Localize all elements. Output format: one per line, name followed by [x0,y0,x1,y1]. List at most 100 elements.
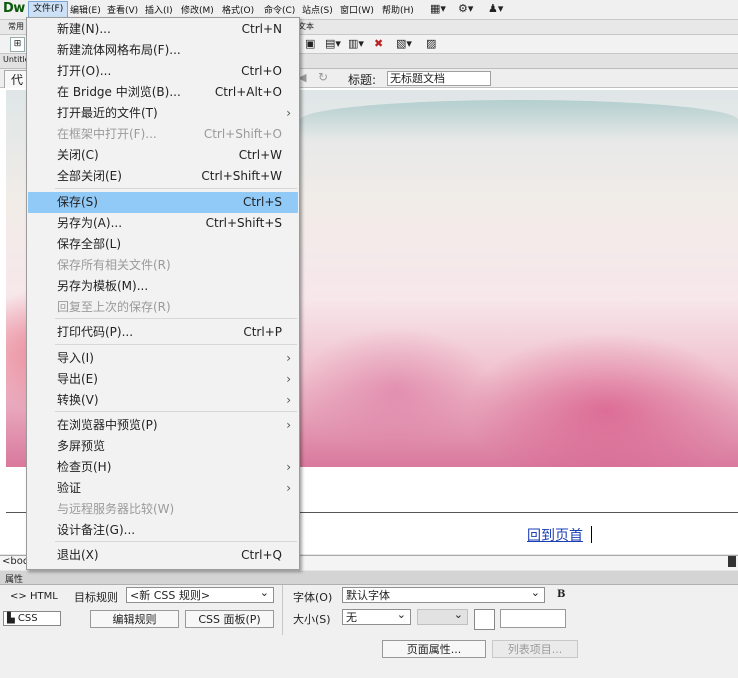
hyperlink-icon[interactable]: ⊞ [10,37,25,52]
file-menu-item[interactable]: 退出(X) Ctrl+Q [28,545,298,566]
file-menu-item-label: 与远程服务器比较(W) [57,502,175,516]
css-panel-button[interactable]: CSS 面板(P) [185,610,274,628]
font-select[interactable]: 默认字体 [342,585,545,603]
file-menu-item[interactable]: 打开最近的文件(T) › [28,103,298,124]
menu-format[interactable]: 格式(O) [222,3,254,16]
media-icon[interactable]: ▤▾ [325,37,341,50]
size-select[interactable]: 无 [342,607,411,625]
file-menu-item-shortcut: Ctrl+N [241,22,282,36]
menu-insert[interactable]: 插入(I) [145,3,173,16]
file-menu-item[interactable]: 保存全部(L) [28,234,298,255]
file-menu-item-label: 保存全部(L) [57,237,122,251]
file-menu-item-label: 保存所有相关文件(R) [57,258,171,272]
submenu-arrow-icon: › [286,393,291,407]
file-menu-item: 保存所有相关文件(R) [28,255,298,276]
template-icon[interactable]: ▧▾ [396,37,412,50]
menu-window[interactable]: 窗口(W) [340,3,374,16]
size-label: 大小(S) [293,613,331,626]
menu-modify[interactable]: 修改(M) [181,3,214,16]
menu-separator [55,411,297,412]
file-menu-item-label: 设计备注(G)... [57,523,136,537]
properties-header [0,571,738,585]
file-menu-item[interactable]: 导出(E) › [28,369,298,390]
file-menu-item[interactable]: 设计备注(G)... [28,520,298,541]
file-menu-item: 与远程服务器比较(W) [28,499,298,520]
file-menu-item-label: 在 Bridge 中浏览(B)... [57,85,181,99]
html-tab[interactable]: <> HTML [10,591,58,602]
file-menu-item-label: 转换(V) [57,393,99,407]
insert-tab-text[interactable]: 文本 [298,21,314,32]
bold-button[interactable]: B [557,589,565,600]
file-menu-item[interactable]: 保存(S) Ctrl+S [28,192,298,213]
properties-title: 属性 [5,575,24,585]
file-menu-item[interactable]: 转换(V) › [28,390,298,411]
insert-tab-common[interactable]: 常用 [8,21,24,32]
file-menu-item-label: 保存(S) [57,195,98,209]
file-menu-item[interactable]: 在浏览器中预览(P) › [28,415,298,436]
menu-help[interactable]: 帮助(H) [382,3,414,16]
file-menu-item: 在框架中打开(F)... Ctrl+Shift+O [28,124,298,145]
file-menu-item[interactable]: 多屏预览 [28,436,298,457]
status-select-icon[interactable] [728,556,736,567]
gear-icon[interactable]: ⚙▾ [458,2,473,15]
edit-rule-button[interactable]: 编辑规则 [90,610,179,628]
css-icon: ▙ [7,613,18,624]
file-menu-item-label: 新建流体网格布局(F)... [57,43,181,57]
back-to-top-link[interactable]: 回到页首 [527,525,583,545]
file-menu-item-label: 打开最近的文件(T) [57,106,158,120]
css-tab[interactable]: ▙ CSS [3,611,61,626]
banner-hills [300,100,738,140]
file-menu-item-shortcut: Ctrl+S [242,195,282,209]
layout-icon[interactable]: ▦▾ [430,2,446,15]
file-menu-item[interactable]: 打印代码(P)... Ctrl+P [28,322,298,343]
html-icon: <> [10,591,30,602]
file-menu-item[interactable]: 另存为模板(M)... [28,276,298,297]
file-menu-item[interactable]: 打开(O)... Ctrl+O [28,61,298,82]
color-picker-swatch[interactable] [474,609,495,630]
menu-edit[interactable]: 编辑(E) [70,3,101,16]
file-menu-item-shortcut: Ctrl+P [243,325,282,339]
refresh-icon[interactable]: ↻ [318,70,328,84]
file-menu-item[interactable]: 另存为(A)... Ctrl+Shift+S [28,213,298,234]
menu-file[interactable]: 文件(F) [28,1,69,18]
file-menu-item-label: 在框架中打开(F)... [57,127,157,141]
file-menu-item-shortcut: Ctrl+Shift+O [203,127,282,141]
image-icon[interactable]: ▣ [305,37,315,50]
file-menu-item-label: 回复至上次的保存(R) [57,300,171,314]
submenu-arrow-icon: › [286,481,291,495]
file-menu-item-label: 在浏览器中预览(P) [57,418,158,432]
menu-separator [55,188,297,189]
menu-site[interactable]: 站点(S) [302,3,333,16]
file-menu-item-label: 全部关闭(E) [57,169,122,183]
delete-icon[interactable]: ✖ [374,37,383,50]
file-menu-item[interactable]: 新建(N)... Ctrl+N [28,19,298,40]
file-menu-item-label: 导出(E) [57,372,98,386]
page-properties-button[interactable]: 页面属性... [382,640,486,658]
submenu-arrow-icon: › [286,106,291,120]
properties-divider [282,585,283,635]
menu-separator [55,318,297,319]
library-icon[interactable]: ▨ [426,37,436,50]
menu-commands[interactable]: 命令(C) [264,3,295,16]
dreamweaver-logo: Dw [3,1,25,16]
target-rule-select[interactable]: <新 CSS 规则> [126,585,274,603]
user-icon[interactable]: ♟▾ [488,2,503,15]
file-menu-item: 回复至上次的保存(R) [28,297,298,318]
file-menu-item[interactable]: 导入(I) › [28,348,298,369]
menu-view[interactable]: 查看(V) [107,3,138,16]
file-menu-item-shortcut: Ctrl+Alt+O [214,85,282,99]
submenu-arrow-icon: › [286,351,291,365]
color-input[interactable] [500,609,566,628]
file-menu-item[interactable]: 验证 › [28,478,298,499]
title-input[interactable]: 无标题文档 [387,71,491,86]
file-menu-item[interactable]: 检查页(H) › [28,457,298,478]
file-menu-item[interactable]: 关闭(C) Ctrl+W [28,145,298,166]
file-menu-item[interactable]: 在 Bridge 中浏览(B)... Ctrl+Alt+O [28,82,298,103]
file-menu-item-label: 打印代码(P)... [57,325,134,339]
title-label: 标题: [348,73,377,87]
file-menu-item[interactable]: 全部关闭(E) Ctrl+Shift+W [28,166,298,187]
file-menu-item-label: 导入(I) [57,351,94,365]
widget-icon[interactable]: ▥▾ [348,37,364,50]
file-menu-item[interactable]: 新建流体网格布局(F)... [28,40,298,61]
submenu-arrow-icon: › [286,460,291,474]
